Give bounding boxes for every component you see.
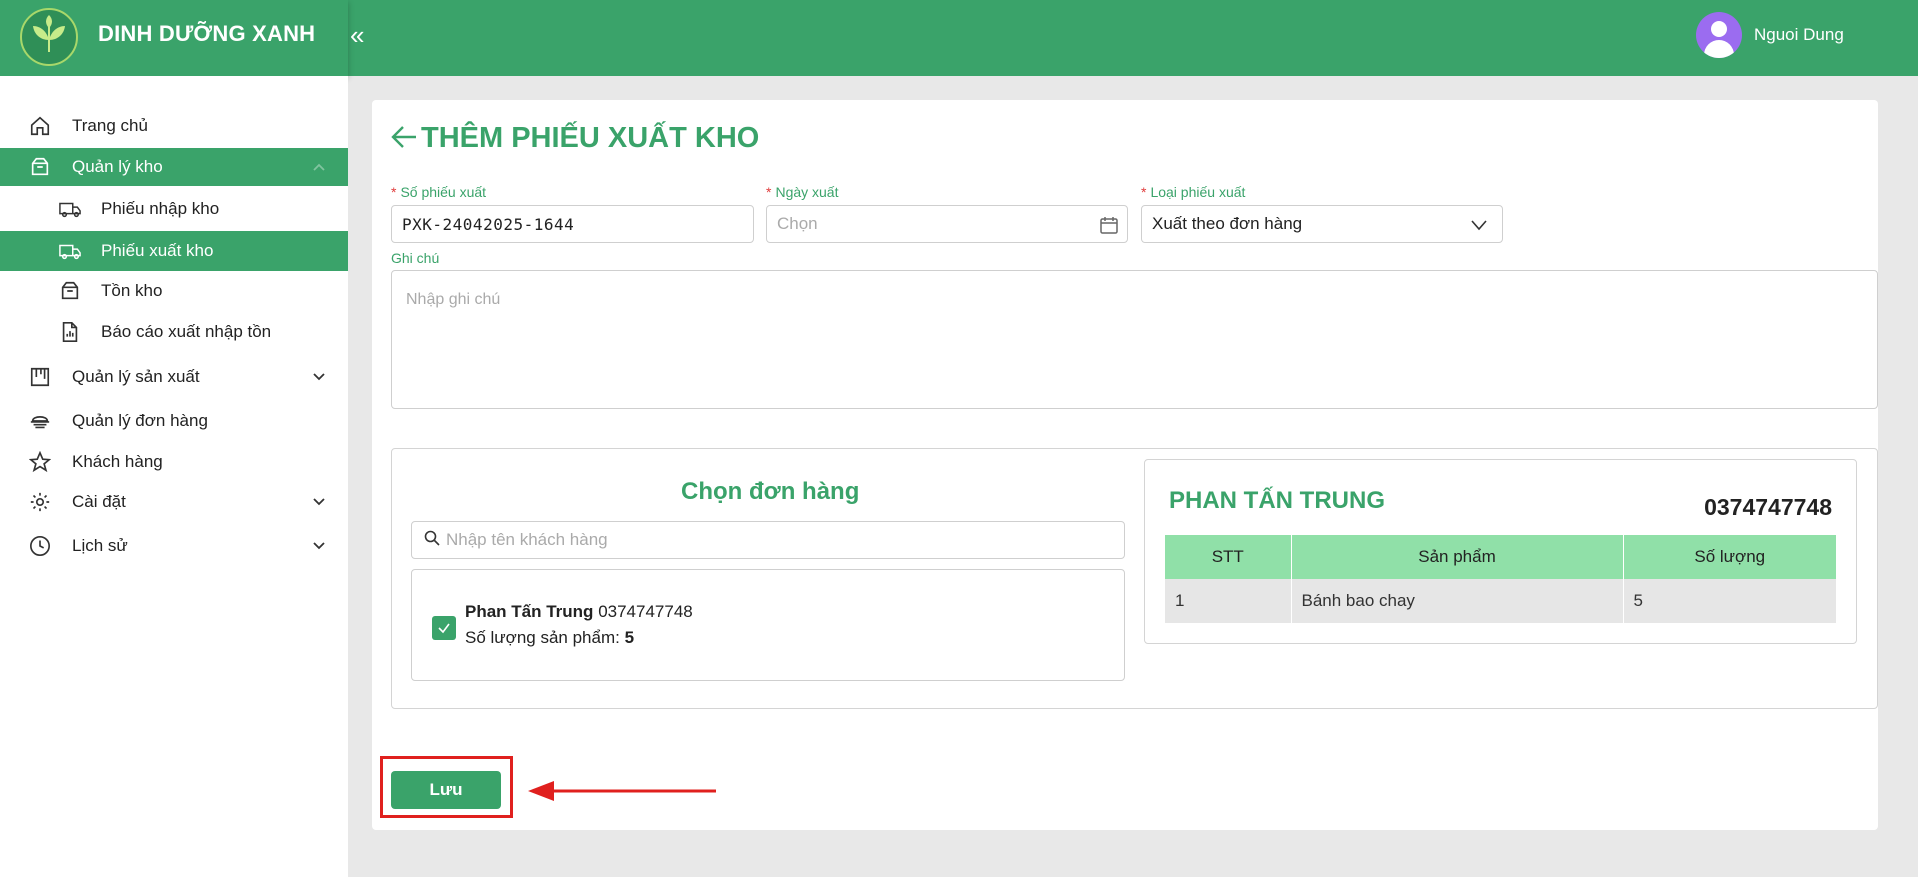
order-products-table: STT Sản phẩm Số lượng 1 Bánh bao chay 5 [1165, 535, 1836, 623]
chevron-up-icon [312, 159, 326, 175]
order-quantity-line: Số lượng sản phẩm: 5 [465, 628, 635, 647]
order-customer-phone: 0374747748 [598, 602, 693, 621]
chevron-down-icon [312, 538, 326, 554]
search-icon [424, 530, 440, 551]
table-cell: 1 [1165, 579, 1292, 623]
avatar [1696, 12, 1742, 58]
clock-icon [28, 534, 52, 558]
brand-bar: DINH DƯỠNG XANH [0, 0, 348, 76]
page-title: THÊM PHIẾU XUẤT KHO [421, 122, 760, 154]
sidebar-item-history[interactable]: Lịch sử [0, 527, 348, 565]
order-customer-name: Phan Tấn Trung [465, 602, 594, 621]
sidebar-item-production[interactable]: Quản lý sản xuất [0, 358, 348, 396]
detail-customer-name: PHAN TẤN TRUNG [1169, 487, 1385, 514]
sidebar-item-report[interactable]: Báo cáo xuất nhập tồn [0, 313, 348, 351]
truck-in-icon [58, 197, 82, 221]
column-header: Số lượng [1623, 535, 1836, 579]
sidebar-item-label: Phiếu nhập kho [101, 199, 220, 218]
export-type-select[interactable]: Xuất theo đơn hàng [1141, 205, 1503, 243]
sidebar-item-export-slip[interactable]: Phiếu xuất kho [0, 231, 348, 271]
sidebar-item-label: Quản lý kho [72, 157, 163, 176]
export-type-label: * Loại phiếu xuất [1141, 184, 1246, 200]
home-icon [28, 114, 52, 138]
customer-search-input[interactable]: Nhập tên khách hàng [411, 521, 1125, 559]
user-name: Nguoi Dung [1754, 25, 1844, 44]
user-menu[interactable]: Nguoi Dung [1696, 12, 1844, 58]
table-row: 1 Bánh bao chay 5 [1165, 579, 1836, 623]
sidebar-item-label: Quản lý đơn hàng [72, 411, 208, 430]
chevron-down-icon [1470, 216, 1488, 239]
calendar-icon [1099, 215, 1119, 240]
back-arrow-icon[interactable] [390, 122, 418, 159]
gear-icon [28, 490, 52, 514]
export-date-label: * Ngày xuất [766, 184, 839, 200]
sidebar-item-import-slip[interactable]: Phiếu nhập kho [0, 190, 348, 228]
sidebar-item-label: Quản lý sản xuất [72, 367, 200, 386]
export-date-picker[interactable]: Chọn [766, 205, 1128, 243]
sidebar-item-orders[interactable]: Quản lý đơn hàng [0, 402, 348, 440]
order-quantity-value: 5 [624, 628, 635, 647]
table-header-row: STT Sản phẩm Số lượng [1165, 535, 1836, 579]
slip-number-label: * Số phiếu xuất [391, 184, 487, 200]
note-textarea[interactable]: Nhập ghi chú [391, 270, 1878, 409]
sidebar-item-inventory[interactable]: Tồn kho [0, 272, 348, 310]
sidebar-item-label: Tồn kho [101, 281, 163, 300]
order-checkbox[interactable] [432, 616, 456, 640]
sidebar-item-customers[interactable]: Khách hàng [0, 443, 348, 481]
sidebar-item-label: Cài đặt [72, 492, 126, 511]
brand-name: DINH DƯỠNG XANH [98, 21, 316, 46]
table-cell: 5 [1623, 579, 1836, 623]
sidebar-item-label: Phiếu xuất kho [101, 241, 214, 260]
sidebar-item-home[interactable]: Trang chủ [0, 107, 348, 145]
sidebar-item-settings[interactable]: Cài đặt [0, 483, 348, 521]
order-customer-line: Phan Tấn Trung 0374747748 [465, 602, 693, 622]
note-label: Ghi chú [391, 250, 440, 266]
order-list-item[interactable] [411, 569, 1125, 681]
column-header: STT [1165, 535, 1292, 579]
save-button[interactable]: Lưu [391, 771, 501, 809]
slip-number-input[interactable]: PXK-24042025-1644 [391, 205, 754, 243]
sidebar-item-warehouse[interactable]: Quản lý kho [0, 148, 348, 186]
detail-customer-phone: 0374747748 [1704, 494, 1832, 520]
sidebar-item-label: Khách hàng [72, 452, 163, 471]
inventory-icon [58, 279, 82, 303]
star-icon [28, 450, 52, 474]
sidebar-item-label: Lịch sử [72, 536, 128, 555]
truck-out-icon [58, 239, 82, 263]
report-icon [58, 320, 82, 344]
sidebar-item-label: Báo cáo xuất nhập tồn [101, 322, 272, 341]
sidebar-item-label: Trang chủ [72, 116, 148, 135]
box-icon [28, 155, 52, 179]
collapse-sidebar-button[interactable]: « [350, 20, 364, 51]
leaf-logo-icon [20, 8, 78, 66]
pointer-arrow-icon [524, 778, 718, 809]
table-cell: Bánh bao chay [1291, 579, 1624, 623]
chevron-down-icon [312, 494, 326, 510]
column-header: Sản phẩm [1291, 535, 1624, 579]
order-icon [28, 409, 52, 433]
choose-order-title: Chọn đơn hàng [681, 478, 860, 505]
chevron-down-icon [312, 369, 326, 385]
factory-icon [28, 365, 52, 389]
